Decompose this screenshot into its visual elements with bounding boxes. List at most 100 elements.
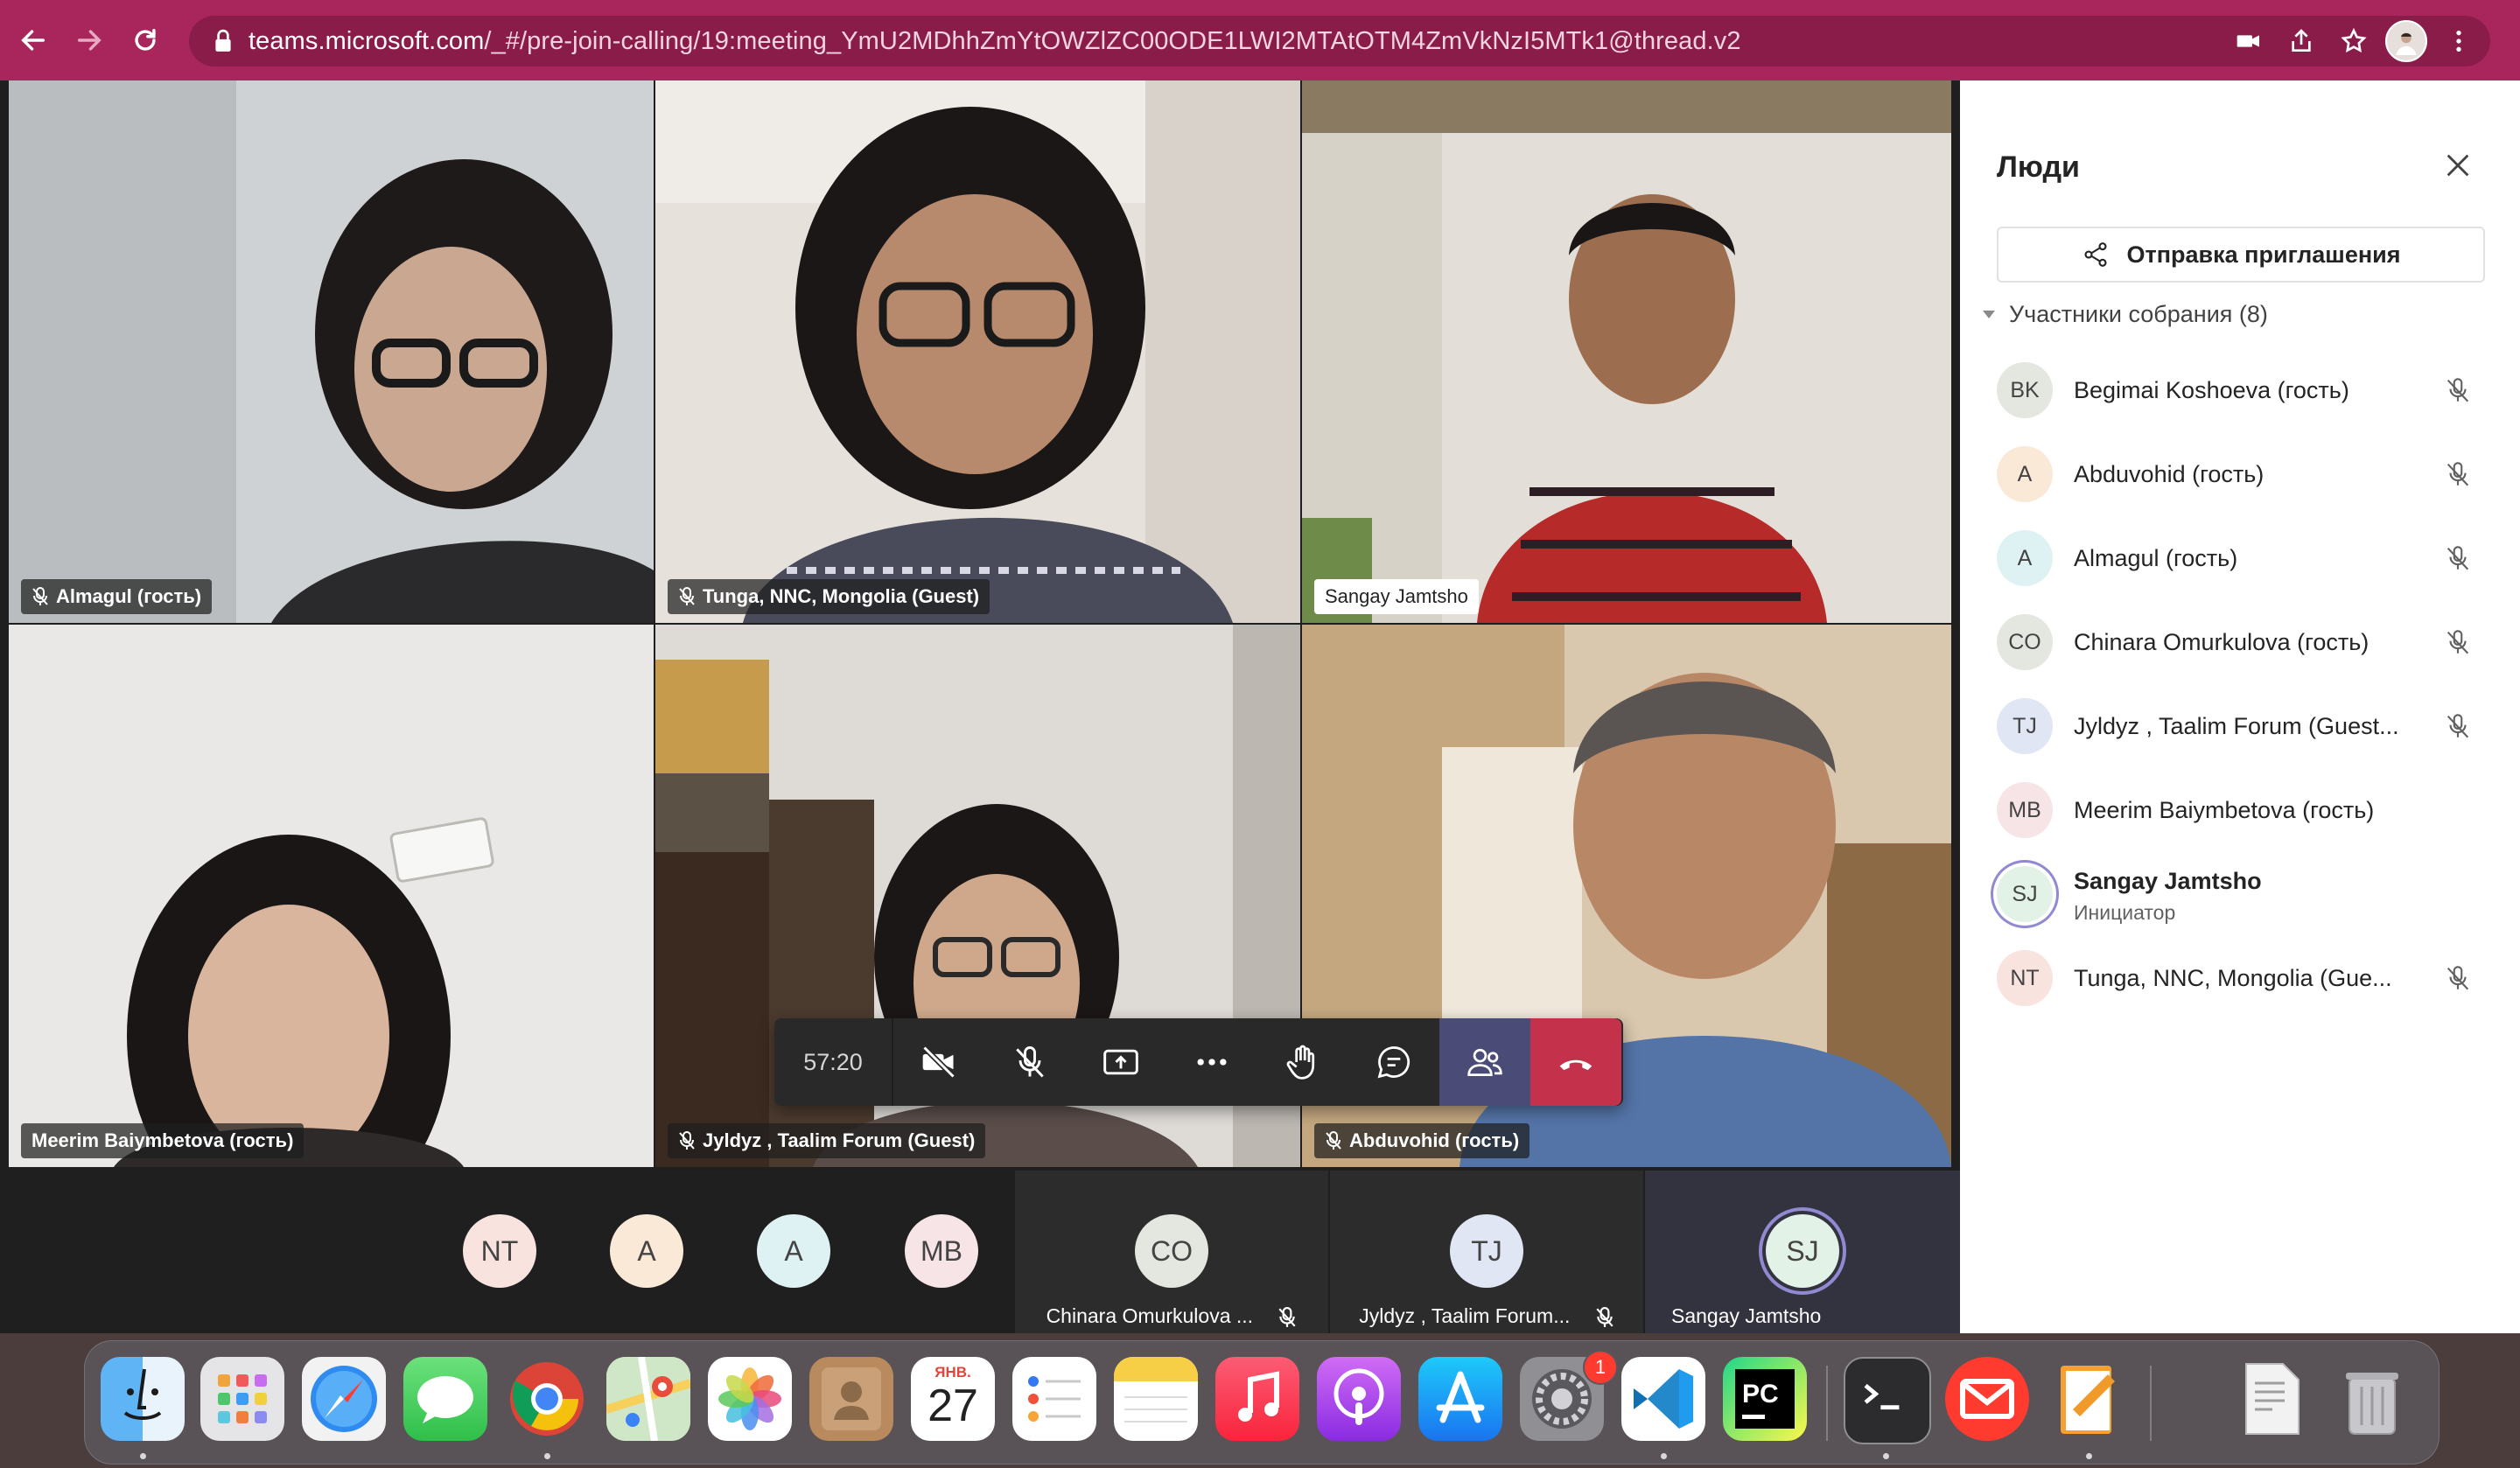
reload-button[interactable]: [121, 16, 170, 65]
section-label: Участники собрания (8): [2009, 301, 2268, 327]
participant-row[interactable]: CO Chinara Omurkulova (гость): [1960, 600, 2520, 684]
participant-avatar[interactable]: MB: [905, 1214, 978, 1288]
camera-off-icon: [922, 1045, 956, 1079]
participant-name: Almagul (гость): [2074, 544, 2238, 571]
participant-avatar[interactable]: A: [757, 1214, 830, 1288]
star-icon: [2341, 27, 2367, 52]
participant-avatar[interactable]: NT: [463, 1214, 536, 1288]
more-horizontal-icon: [1197, 1059, 1227, 1066]
dock-separator: [1826, 1366, 1828, 1441]
svg-text:PC: PC: [1742, 1380, 1779, 1409]
video-tile[interactable]: Tunga, NNC, Mongolia (Guest): [655, 80, 1300, 623]
participant-name: Almagul (гость): [56, 585, 202, 607]
participant-row-organizer[interactable]: SJ Sangay Jamtsho Инициатор: [1960, 852, 2520, 936]
participants-button[interactable]: [1439, 1018, 1530, 1106]
avatar-initials: MB: [920, 1234, 962, 1267]
participant-avatar[interactable]: A: [610, 1214, 683, 1288]
bookmark-button[interactable]: [2328, 16, 2380, 66]
avatar-initials: A: [784, 1234, 803, 1267]
participant-video-icon: [1302, 80, 1951, 623]
mic-off-icon: [1278, 1306, 1296, 1327]
pycharm-icon[interactable]: PC: [1723, 1357, 1807, 1441]
close-icon[interactable]: [2443, 150, 2473, 180]
browser-menu-button[interactable]: [2432, 16, 2485, 66]
mic-toggle-button[interactable]: [984, 1018, 1075, 1106]
mic-off-icon[interactable]: [2443, 627, 2473, 657]
mic-off-icon[interactable]: [2443, 543, 2473, 573]
participant-row[interactable]: MB Meerim Baiymbetova (гость): [1960, 768, 2520, 852]
podcasts-icon[interactable]: [1317, 1357, 1401, 1441]
participant-cell[interactable]: TJ Jyldyz , Taalim Forum...: [1330, 1171, 1643, 1333]
launchpad-icon[interactable]: [200, 1357, 284, 1441]
participant-row[interactable]: TJ Jyldyz , Taalim Forum (Guest...: [1960, 684, 2520, 768]
share-button[interactable]: [2275, 16, 2328, 66]
mic-off-icon[interactable]: [2443, 459, 2473, 489]
panel-title: Люди: [1997, 150, 2080, 184]
more-vertical-icon: [2456, 31, 2461, 52]
participant-video-icon: [9, 80, 654, 623]
send-invite-button[interactable]: Отправка приглашения: [1997, 227, 2485, 283]
messages-icon[interactable]: [403, 1357, 487, 1441]
participants-section-toggle[interactable]: Участники собрания (8): [1972, 301, 2268, 328]
mic-off-icon[interactable]: [2443, 963, 2473, 993]
share-icon: [2292, 29, 2311, 52]
mic-off-icon[interactable]: [2443, 375, 2473, 405]
video-tile[interactable]: Sangay Jamtsho: [1302, 80, 1951, 623]
more-actions-button[interactable]: [1166, 1018, 1257, 1106]
mic-off-icon: [679, 587, 695, 605]
participant-name: Meerim Baiymbetova (гость): [2074, 796, 2375, 823]
participant-row[interactable]: NT Tunga, NNC, Mongolia (Gue...: [1960, 936, 2520, 1020]
hang-up-icon: [1559, 1059, 1592, 1071]
participant-name: Chinara Omurkulova (гость): [2074, 628, 2370, 655]
mic-off-icon[interactable]: [2443, 711, 2473, 741]
vscode-icon[interactable]: [1621, 1357, 1705, 1441]
camera-indicator[interactable]: [2222, 16, 2275, 66]
app-store-icon[interactable]: [1418, 1357, 1502, 1441]
calendar-icon[interactable]: ЯНВ. 27: [911, 1357, 995, 1441]
participant-cell[interactable]: SJ Sangay Jamtsho: [1645, 1171, 1960, 1333]
share-screen-button[interactable]: [1075, 1018, 1166, 1106]
trash-icon[interactable]: [2330, 1357, 2414, 1441]
reminders-icon[interactable]: [1012, 1357, 1096, 1441]
user-photo-icon: [2396, 32, 2417, 55]
participant-row[interactable]: A Almagul (гость): [1960, 516, 2520, 600]
music-icon[interactable]: [1215, 1357, 1299, 1441]
address-bar[interactable]: teams.microsoft.com/_#/pre-join-calling/…: [189, 16, 2490, 66]
chat-button[interactable]: [1348, 1018, 1439, 1106]
avatar-initials: TJ: [1471, 1234, 1502, 1267]
mic-off-icon: [1326, 1131, 1341, 1150]
lock-icon: [215, 29, 231, 52]
participant-cell[interactable]: CO Chinara Omurkulova ...: [1015, 1171, 1328, 1333]
video-tile[interactable]: Almagul (гость): [9, 80, 654, 623]
pages-icon[interactable]: [2047, 1357, 2131, 1441]
maps-icon[interactable]: [606, 1357, 690, 1441]
profile-button[interactable]: [2380, 16, 2432, 66]
running-indicator: [1661, 1453, 1667, 1459]
participant-row[interactable]: BK Begimai Koshoeva (гость): [1960, 348, 2520, 432]
document-icon[interactable]: [2229, 1357, 2313, 1441]
participant-row[interactable]: A Abduvohid (гость): [1960, 432, 2520, 516]
mail-icon[interactable]: [1945, 1357, 2029, 1441]
finder-icon[interactable]: [101, 1357, 185, 1441]
photos-icon[interactable]: [708, 1357, 792, 1441]
participant-avatar: NT: [1997, 950, 2053, 1006]
forward-button[interactable]: [65, 16, 114, 65]
terminal-icon[interactable]: [1844, 1357, 1931, 1444]
participant-name: Tunga, NNC, Mongolia (Gue...: [2074, 964, 2392, 991]
participant-name-tag: Abduvohid (гость): [1314, 1123, 1530, 1158]
leave-call-button[interactable]: [1530, 1018, 1621, 1106]
chrome-icon[interactable]: [505, 1357, 589, 1441]
send-invite-label: Отправка приглашения: [2126, 241, 2401, 268]
chat-icon: [1377, 1046, 1410, 1079]
video-camera-icon: [2236, 35, 2259, 47]
calendar-day: 27: [928, 1381, 978, 1431]
video-tile[interactable]: Meerim Baiymbetova (гость): [9, 625, 654, 1167]
notes-icon[interactable]: [1114, 1357, 1198, 1441]
contacts-icon[interactable]: [809, 1357, 893, 1441]
participant-name: Sangay Jamtsho: [2074, 868, 2262, 894]
safari-icon[interactable]: [302, 1357, 386, 1441]
back-button[interactable]: [9, 16, 58, 65]
raise-hand-button[interactable]: [1257, 1018, 1348, 1106]
camera-toggle-button[interactable]: [893, 1018, 984, 1106]
participant-avatar: A: [1997, 446, 2053, 502]
